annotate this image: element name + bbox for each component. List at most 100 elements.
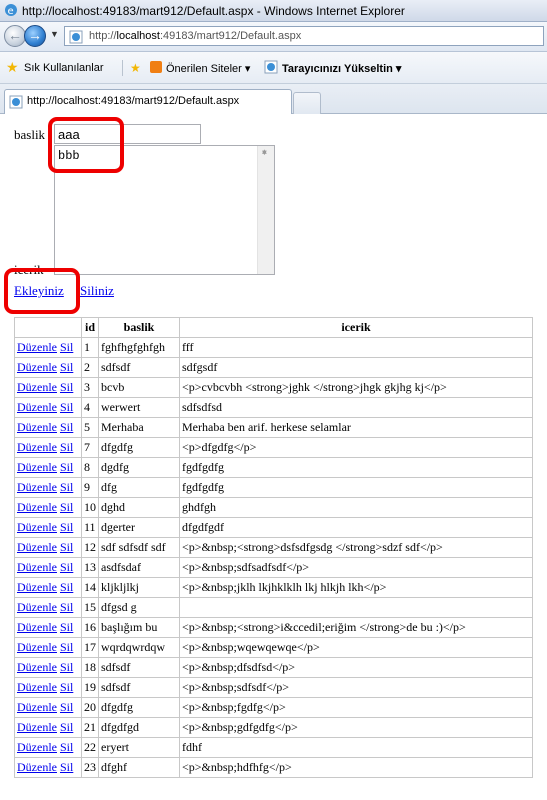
row-actions-cell: Düzenle Sil <box>14 497 82 518</box>
row-icerik-cell: <p>&nbsp;jklh lkjhklklh lkj hlkjh lkh</p… <box>179 577 533 598</box>
edit-link[interactable]: Düzenle <box>17 700 57 714</box>
forward-button[interactable]: → <box>24 25 46 47</box>
delete-row-link[interactable]: Sil <box>60 640 73 654</box>
delete-row-link[interactable]: Sil <box>60 500 73 514</box>
back-button[interactable]: ← <box>4 25 26 47</box>
row-actions-cell: Düzenle Sil <box>14 637 82 658</box>
edit-link[interactable]: Düzenle <box>17 680 57 694</box>
window-title-bar: e http://localhost:49183/mart912/Default… <box>0 0 547 22</box>
table-row: Düzenle Sil 14 kljkljlkj <p>&nbsp;jklh lkjh… <box>14 577 533 598</box>
edit-link[interactable]: Düzenle <box>17 480 57 494</box>
edit-link[interactable]: Düzenle <box>17 340 57 354</box>
delete-row-link[interactable]: Sil <box>60 440 73 454</box>
delete-row-link[interactable]: Sil <box>60 460 73 474</box>
delete-row-link[interactable]: Sil <box>60 360 73 374</box>
back-arrow-icon: ← <box>8 27 22 43</box>
row-baslik-cell: fghfhgfghfgh <box>98 337 180 358</box>
tab-bar: http://localhost:49183/mart912/Default.a… <box>0 84 547 114</box>
edit-link[interactable]: Düzenle <box>17 440 57 454</box>
textarea-scrollbar[interactable]: ▲ ▼ <box>257 146 274 274</box>
edit-link[interactable]: Düzenle <box>17 660 57 674</box>
new-tab-button[interactable] <box>293 92 321 114</box>
row-actions-cell: Düzenle Sil <box>14 757 82 778</box>
row-actions-cell: Düzenle Sil <box>14 377 82 398</box>
edit-link[interactable]: Düzenle <box>17 720 57 734</box>
delete-row-link[interactable]: Sil <box>60 600 73 614</box>
edit-link[interactable]: Düzenle <box>17 540 57 554</box>
favorites-star-icon[interactable]: ★ <box>6 59 19 76</box>
row-icerik-cell: <p>&nbsp;gdfgdfg</p> <box>179 717 533 738</box>
row-actions-cell: Düzenle Sil <box>14 617 82 638</box>
row-actions-cell: Düzenle Sil <box>14 557 82 578</box>
edit-link[interactable]: Düzenle <box>17 760 57 774</box>
delete-row-link[interactable]: Sil <box>60 580 73 594</box>
row-icerik-cell: fff <box>179 337 533 358</box>
delete-link[interactable]: Siliniz <box>80 283 114 299</box>
row-id-cell: 2 <box>81 357 99 378</box>
edit-link[interactable]: Düzenle <box>17 360 57 374</box>
edit-link[interactable]: Düzenle <box>17 640 57 654</box>
favorites-bar: ★ Sık Kullanılanlar ★ Önerilen Siteler ▾… <box>0 52 547 84</box>
row-icerik-cell: fgdfgdfg <box>179 457 533 478</box>
delete-row-link[interactable]: Sil <box>60 700 73 714</box>
row-baslik-cell: dgerter <box>98 517 180 538</box>
row-icerik-cell: <p>cvbcvbh <strong>jghk </strong>jhgk gk… <box>179 377 533 398</box>
edit-link[interactable]: Düzenle <box>17 380 57 394</box>
add-favorite-icon[interactable]: ★ <box>130 61 141 75</box>
address-url[interactable]: http://localhost:49183/mart912/Default.a… <box>89 30 301 42</box>
row-icerik-cell: dfgdfgdf <box>179 517 533 538</box>
highlight-box-add-link <box>4 268 80 314</box>
svg-text:e: e <box>8 6 14 17</box>
delete-row-link[interactable]: Sil <box>60 660 73 674</box>
edit-link[interactable]: Düzenle <box>17 400 57 414</box>
row-id-cell: 12 <box>81 537 99 558</box>
row-id-cell: 13 <box>81 557 99 578</box>
scroll-down-arrow-icon[interactable]: ▼ <box>262 149 267 272</box>
edit-link[interactable]: Düzenle <box>17 500 57 514</box>
delete-row-link[interactable]: Sil <box>60 480 73 494</box>
delete-row-link[interactable]: Sil <box>60 620 73 634</box>
upgrade-browser-link[interactable]: Tarayıcınızı Yükseltin ▾ <box>282 62 401 75</box>
row-baslik-cell: dfghf <box>98 757 180 778</box>
row-baslik-cell: asdfsdaf <box>98 557 180 578</box>
delete-row-link[interactable]: Sil <box>60 400 73 414</box>
edit-link[interactable]: Düzenle <box>17 560 57 574</box>
row-icerik-cell: <p>&nbsp;wqewqewqe</p> <box>179 637 533 658</box>
edit-link[interactable]: Düzenle <box>17 520 57 534</box>
row-icerik-cell: <p>&nbsp;hdfhfg</p> <box>179 757 533 778</box>
row-id-cell: 8 <box>81 457 99 478</box>
history-dropdown-icon[interactable]: ▼ <box>50 29 59 39</box>
delete-row-link[interactable]: Sil <box>60 520 73 534</box>
baslik-label: baslik <box>14 127 46 142</box>
edit-link[interactable]: Düzenle <box>17 460 57 474</box>
delete-row-link[interactable]: Sil <box>60 420 73 434</box>
suggested-sites-link[interactable]: Önerilen Siteler ▾ <box>166 62 250 75</box>
delete-row-link[interactable]: Sil <box>60 740 73 754</box>
tab-current[interactable]: http://localhost:49183/mart912/Default.a… <box>4 89 292 114</box>
edit-link[interactable]: Düzenle <box>17 420 57 434</box>
header-actions <box>14 317 82 338</box>
row-baslik-cell: werwert <box>98 397 180 418</box>
row-baslik-cell: sdfsdf <box>98 357 180 378</box>
delete-row-link[interactable]: Sil <box>60 760 73 774</box>
delete-row-link[interactable]: Sil <box>60 720 73 734</box>
row-icerik-cell: fdhf <box>179 737 533 758</box>
row-baslik-cell: eryert <box>98 737 180 758</box>
edit-link[interactable]: Düzenle <box>17 620 57 634</box>
page-icon <box>9 95 23 114</box>
delete-row-link[interactable]: Sil <box>60 680 73 694</box>
row-icerik-cell: fgdfgdfg <box>179 477 533 498</box>
row-icerik-cell: <p>&nbsp;sdfsadfsdf</p> <box>179 557 533 578</box>
address-bar[interactable]: http://localhost:49183/mart912/Default.a… <box>64 26 544 46</box>
delete-row-link[interactable]: Sil <box>60 380 73 394</box>
delete-row-link[interactable]: Sil <box>60 560 73 574</box>
table-row: Düzenle Sil 4 werwert sdfsdfsd <box>14 397 533 418</box>
edit-link[interactable]: Düzenle <box>17 600 57 614</box>
delete-row-link[interactable]: Sil <box>60 340 73 354</box>
row-baslik-cell: dfgsd g <box>98 597 180 618</box>
edit-link[interactable]: Düzenle <box>17 580 57 594</box>
delete-row-link[interactable]: Sil <box>60 540 73 554</box>
edit-link[interactable]: Düzenle <box>17 740 57 754</box>
favorites-button[interactable]: Sık Kullanılanlar <box>24 62 104 74</box>
row-baslik-cell: dghd <box>98 497 180 518</box>
